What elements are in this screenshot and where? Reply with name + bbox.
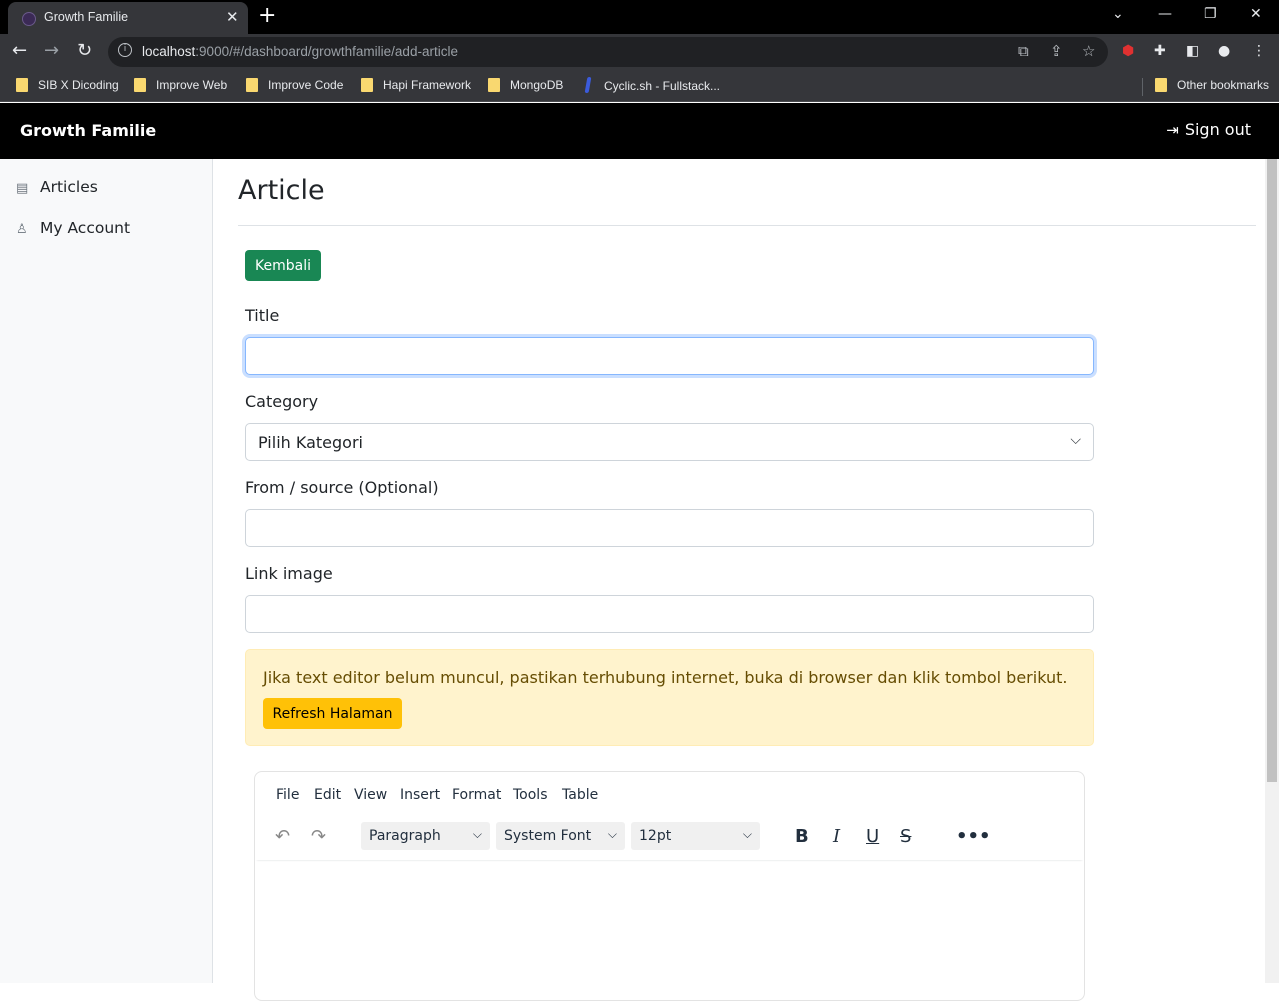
reload-icon[interactable]: ↻ bbox=[77, 40, 92, 61]
new-tab-icon[interactable]: + bbox=[258, 3, 276, 28]
extensions-puzzle-icon[interactable]: ✚ bbox=[1154, 43, 1166, 59]
main-content: Article Kembali Title Category Pilih Kat… bbox=[213, 159, 1265, 1001]
editor-content-area[interactable] bbox=[255, 860, 1084, 1000]
folder-icon bbox=[361, 78, 373, 92]
redo-icon[interactable]: ↷ bbox=[311, 826, 326, 847]
person-icon: ♙ bbox=[16, 222, 28, 237]
sign-out-icon: ⇥ bbox=[1166, 121, 1179, 139]
translate-icon[interactable]: ⧉ bbox=[1018, 42, 1029, 60]
title-divider bbox=[238, 225, 1256, 226]
refresh-page-button[interactable]: Refresh Halaman bbox=[263, 698, 402, 729]
bold-icon[interactable]: B bbox=[795, 826, 809, 847]
folder-icon bbox=[1155, 78, 1167, 92]
bookmarks-divider bbox=[1142, 78, 1143, 96]
bookmark-item[interactable]: Improve Code bbox=[246, 77, 343, 95]
back-button[interactable]: Kembali bbox=[245, 250, 321, 281]
back-icon[interactable]: ← bbox=[12, 40, 27, 61]
alert-message: Jika text editor belum muncul, pastikan … bbox=[263, 668, 1068, 687]
image-link-label: Link image bbox=[245, 564, 333, 583]
folder-icon bbox=[488, 78, 500, 92]
forward-icon[interactable]: → bbox=[44, 40, 59, 61]
editor-warning-alert: Jika text editor belum muncul, pastikan … bbox=[245, 649, 1094, 746]
sign-out-button[interactable]: ⇥ Sign out bbox=[1166, 120, 1251, 139]
extension-adblock-icon[interactable]: ⬢ bbox=[1122, 43, 1134, 59]
page-title: Article bbox=[238, 175, 325, 206]
title-label: Title bbox=[245, 306, 280, 325]
browser-toolbar: ← → ↻ i localhost:9000/#/dashboard/growt… bbox=[0, 34, 1279, 70]
url-text[interactable]: localhost:9000/#/dashboard/growthfamilie… bbox=[142, 44, 458, 59]
bookmark-item[interactable]: Hapi Framework bbox=[361, 77, 471, 95]
source-label: From / source (Optional) bbox=[245, 478, 439, 497]
font-family-select[interactable]: System Font ⌵ bbox=[496, 822, 625, 850]
menu-insert[interactable]: Insert bbox=[400, 787, 440, 803]
minimize-icon[interactable]: — bbox=[1158, 6, 1172, 22]
folder-icon bbox=[16, 78, 28, 92]
tab-search-icon[interactable]: ⌄ bbox=[1112, 6, 1124, 22]
menu-format[interactable]: Format bbox=[452, 787, 501, 803]
browser-tab[interactable]: Growth Familie ✕ bbox=[8, 2, 248, 34]
menu-edit[interactable]: Edit bbox=[314, 787, 341, 803]
close-tab-icon[interactable]: ✕ bbox=[226, 8, 239, 26]
address-bar[interactable]: i localhost:9000/#/dashboard/growthfamil… bbox=[108, 37, 1108, 67]
underline-icon[interactable]: U bbox=[866, 826, 879, 847]
editor-toolbar: ↶ ↷ Paragraph ⌵ System Font ⌵ 12pt ⌵ B I… bbox=[255, 816, 1084, 860]
brand-logo[interactable]: Growth Familie bbox=[20, 121, 156, 140]
italic-icon[interactable]: I bbox=[833, 826, 840, 847]
site-info-icon[interactable]: i bbox=[118, 43, 132, 57]
bookmark-item[interactable]: MongoDB bbox=[488, 77, 563, 95]
menu-tools[interactable]: Tools bbox=[513, 787, 548, 803]
browser-menu-icon[interactable]: ⋮ bbox=[1252, 43, 1266, 59]
bookmarks-bar: SIB X Dicoding Improve Web Improve Code … bbox=[0, 70, 1279, 102]
tab-title: Growth Familie bbox=[44, 10, 129, 24]
more-options-icon[interactable]: ••• bbox=[956, 826, 991, 847]
sidebar: ▤ Articles ♙ My Account bbox=[0, 159, 213, 983]
folder-icon bbox=[246, 78, 258, 92]
bookmark-item[interactable]: Improve Web bbox=[134, 77, 227, 95]
folder-icon bbox=[134, 78, 146, 92]
share-icon[interactable]: ⇪ bbox=[1050, 42, 1063, 60]
window-close-icon[interactable]: ✕ bbox=[1250, 6, 1262, 22]
source-input[interactable] bbox=[245, 509, 1094, 547]
font-size-select[interactable]: 12pt ⌵ bbox=[631, 822, 760, 850]
strikethrough-icon[interactable]: S bbox=[900, 826, 911, 847]
editor-menubar: File Edit View Insert Format Tools Table bbox=[255, 772, 1084, 816]
bookmark-item[interactable]: SIB X Dicoding bbox=[16, 77, 119, 95]
sidebar-item-articles[interactable]: ▤ Articles bbox=[16, 178, 98, 196]
file-text-icon: ▤ bbox=[16, 181, 29, 196]
chevron-down-icon: ⌵ bbox=[1070, 432, 1081, 448]
block-format-select[interactable]: Paragraph ⌵ bbox=[361, 822, 490, 850]
page-scrollbar-thumb[interactable] bbox=[1267, 159, 1277, 782]
cyclic-logo-icon bbox=[584, 77, 592, 93]
bookmark-item[interactable]: Cyclic.sh - Fullstack... bbox=[584, 77, 720, 95]
menu-file[interactable]: File bbox=[276, 787, 299, 803]
profile-avatar-icon[interactable]: ● bbox=[1218, 43, 1230, 59]
undo-icon[interactable]: ↶ bbox=[275, 826, 290, 847]
chevron-down-icon: ⌵ bbox=[742, 827, 752, 841]
restore-icon[interactable]: ❐ bbox=[1204, 6, 1217, 22]
image-link-input[interactable] bbox=[245, 595, 1094, 633]
category-selected-value: Pilih Kategori bbox=[258, 433, 363, 452]
menu-table[interactable]: Table bbox=[562, 787, 598, 803]
app-header: Growth Familie ⇥ Sign out bbox=[0, 103, 1279, 159]
bookmark-star-icon[interactable]: ☆ bbox=[1082, 42, 1095, 60]
category-select[interactable]: Pilih Kategori ⌵ bbox=[245, 423, 1094, 461]
menu-view[interactable]: View bbox=[354, 787, 387, 803]
browser-tab-bar: Growth Familie ✕ + ⌄ — ❐ ✕ bbox=[0, 0, 1279, 34]
title-input[interactable] bbox=[245, 337, 1094, 375]
sidebar-item-my-account[interactable]: ♙ My Account bbox=[16, 219, 130, 237]
side-panel-icon[interactable]: ◧ bbox=[1186, 43, 1199, 59]
other-bookmarks[interactable]: Other bookmarks bbox=[1155, 77, 1269, 95]
chevron-down-icon: ⌵ bbox=[472, 827, 482, 841]
chevron-down-icon: ⌵ bbox=[607, 827, 617, 841]
category-label: Category bbox=[245, 392, 319, 411]
rich-text-editor: File Edit View Insert Format Tools Table… bbox=[254, 771, 1085, 1001]
favicon-icon bbox=[22, 12, 36, 26]
